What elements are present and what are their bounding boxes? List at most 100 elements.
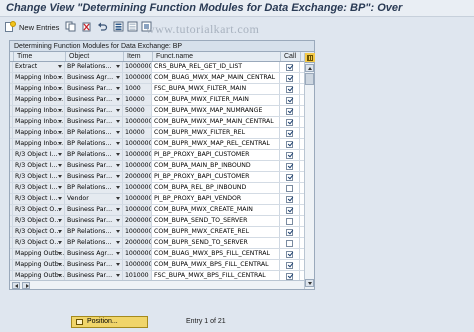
call-checkbox[interactable] [286, 129, 293, 137]
function-name-cell[interactable]: COM_BUPR_SEND_TO_SERVER [152, 238, 280, 248]
table-row[interactable]: Mapping Inbo… Business Par… 1000 FSC_BUPA_M… [10, 84, 314, 95]
table-row[interactable]: Mapping Inbo… Business Agr… 1000000 COM_BUA… [10, 73, 314, 84]
object-cell[interactable]: Business Par… [65, 84, 123, 94]
dropdown-arrow-icon[interactable] [116, 197, 120, 200]
function-name-cell[interactable]: COM_BUPA_REL_BP_INBOUND [152, 183, 280, 193]
dropdown-arrow-icon[interactable] [116, 175, 120, 178]
time-cell[interactable]: Mapping Outb… [13, 260, 65, 270]
dropdown-arrow-icon[interactable] [58, 274, 62, 277]
object-cell[interactable]: BP Relations… [65, 62, 123, 72]
dropdown-arrow-icon[interactable] [116, 65, 120, 68]
dropdown-arrow-icon[interactable] [116, 252, 120, 255]
dropdown-arrow-icon[interactable] [58, 131, 62, 134]
column-header-item[interactable]: Item [124, 52, 153, 61]
call-checkbox[interactable] [286, 184, 293, 192]
table-row[interactable]: R/3 Object I… Vendor 1000000 PI_BP_PROXY_BA… [10, 194, 314, 205]
function-name-cell[interactable]: FSC_BUPA_MWX_FILTER_MAIN [152, 84, 280, 94]
object-cell[interactable]: Business Par… [65, 117, 123, 127]
dropdown-arrow-icon[interactable] [116, 230, 120, 233]
function-name-cell[interactable]: COM_BUPA_MWX_MAP_NUMRANGE [152, 106, 280, 116]
position-button[interactable]: Position... [71, 316, 148, 328]
call-checkbox[interactable] [286, 151, 293, 159]
call-checkbox[interactable] [286, 206, 293, 214]
dropdown-arrow-icon[interactable] [116, 120, 120, 123]
time-cell[interactable]: R/3 Object I… [13, 150, 65, 160]
object-cell[interactable]: BP Relations… [65, 183, 123, 193]
function-name-cell[interactable]: PI_BP_PROXY_BAPI_CUSTOMER [152, 172, 280, 182]
table-row[interactable]: R/3 Object I… BP Relations… 1000000 COM_BUP… [10, 183, 314, 194]
object-cell[interactable]: BP Relations… [65, 227, 123, 237]
time-cell[interactable]: R/3 Object O… [13, 238, 65, 248]
call-checkbox[interactable] [286, 118, 293, 126]
scroll-down-icon[interactable] [305, 279, 314, 287]
table-settings-icon[interactable] [305, 53, 315, 63]
table-row[interactable]: Mapping Inbo… BP Relations… 1000000 COM_BUP… [10, 139, 314, 150]
dropdown-arrow-icon[interactable] [116, 87, 120, 90]
dropdown-arrow-icon[interactable] [58, 87, 62, 90]
call-checkbox[interactable] [286, 85, 293, 93]
dropdown-arrow-icon[interactable] [58, 208, 62, 211]
dropdown-arrow-icon[interactable] [116, 164, 120, 167]
object-cell[interactable]: BP Relations… [65, 150, 123, 160]
time-cell[interactable]: R/3 Object I… [13, 172, 65, 182]
time-cell[interactable]: Mapping Inbo… [13, 139, 65, 149]
table-row[interactable]: Mapping Outb… Business Par… 1000000 COM_BUP… [10, 260, 314, 271]
dropdown-arrow-icon[interactable] [58, 164, 62, 167]
scroll-thumb[interactable] [305, 73, 314, 85]
call-checkbox[interactable] [286, 74, 293, 82]
function-name-cell[interactable]: COM_BUAG_MWX_BPS_FILL_CENTRAL [152, 249, 280, 259]
time-cell[interactable]: Extract [13, 62, 65, 72]
new-entries-button[interactable]: New Entries [4, 21, 59, 33]
vertical-scrollbar[interactable] [304, 53, 315, 289]
table-row[interactable]: Mapping Inbo… Business Par… 1000000 COM_BUP… [10, 117, 314, 128]
delete-icon[interactable] [80, 21, 92, 32]
time-cell[interactable]: Mapping Inbo… [13, 95, 65, 105]
function-name-cell[interactable]: COM_BUPA_MWX_CREATE_MAIN [152, 205, 280, 215]
time-cell[interactable]: R/3 Object I… [13, 161, 65, 171]
function-name-cell[interactable]: COM_BUPA_MWX_MAP_MAIN_CENTRAL [152, 117, 280, 127]
table-row[interactable]: Extract BP Relations… 1000000 CRS_BUPA_REL_… [10, 62, 314, 73]
object-cell[interactable]: Business Par… [65, 260, 123, 270]
time-cell[interactable]: Mapping Inbo… [13, 84, 65, 94]
object-cell[interactable]: Business Par… [65, 95, 123, 105]
table-row[interactable]: R/3 Object O… Business Par… 2000000 COM_BUP… [10, 216, 314, 227]
call-checkbox[interactable] [286, 107, 293, 115]
function-name-cell[interactable]: COM_BUPA_MWX_BPS_FILL_CENTRAL [152, 260, 280, 270]
object-cell[interactable]: BP Relations… [65, 128, 123, 138]
function-name-cell[interactable]: COM_BUPR_MWX_CREATE_REL [152, 227, 280, 237]
dropdown-arrow-icon[interactable] [58, 142, 62, 145]
function-name-cell[interactable]: PI_BP_PROXY_BAPI_CUSTOMER [152, 150, 280, 160]
table-row[interactable]: Mapping Inbo… Business Par… 10000 COM_BUPA_… [10, 95, 314, 106]
dropdown-arrow-icon[interactable] [116, 131, 120, 134]
scroll-left-icon[interactable] [12, 281, 20, 289]
deselect-all-icon[interactable] [126, 21, 138, 32]
table-row[interactable]: Mapping Inbo… BP Relations… 10000 COM_BUPR_… [10, 128, 314, 139]
column-header-object[interactable]: Object [66, 52, 124, 61]
time-cell[interactable]: Mapping Inbo… [13, 73, 65, 83]
table-row[interactable]: Mapping Inbo… Business Par… 50000 COM_BUPA_… [10, 106, 314, 117]
select-all-icon[interactable] [112, 21, 124, 32]
dropdown-arrow-icon[interactable] [116, 98, 120, 101]
time-cell[interactable]: R/3 Object I… [13, 194, 65, 204]
dropdown-arrow-icon[interactable] [116, 219, 120, 222]
dropdown-arrow-icon[interactable] [58, 65, 62, 68]
horizontal-scrollbar[interactable] [10, 280, 304, 289]
call-checkbox[interactable] [286, 228, 293, 236]
function-name-cell[interactable]: COM_BUPR_MWX_MAP_REL_CENTRAL [152, 139, 280, 149]
dropdown-arrow-icon[interactable] [58, 120, 62, 123]
time-cell[interactable]: R/3 Object O… [13, 227, 65, 237]
object-cell[interactable]: Vendor [65, 194, 123, 204]
scroll-up-icon[interactable] [305, 64, 314, 72]
time-cell[interactable]: Mapping Outb… [13, 249, 65, 259]
time-cell[interactable]: Mapping Inbo… [13, 117, 65, 127]
dropdown-arrow-icon[interactable] [116, 142, 120, 145]
time-cell[interactable]: R/3 Object O… [13, 205, 65, 215]
object-cell[interactable]: Business Par… [65, 172, 123, 182]
undo-icon[interactable] [96, 21, 108, 32]
call-checkbox[interactable] [286, 239, 293, 247]
table-row[interactable]: R/3 Object I… BP Relations… 1000000 PI_BP_P… [10, 150, 314, 161]
column-header-call[interactable]: Call [281, 52, 301, 61]
dropdown-arrow-icon[interactable] [58, 219, 62, 222]
call-checkbox[interactable] [286, 272, 293, 280]
time-cell[interactable]: Mapping Inbo… [13, 106, 65, 116]
